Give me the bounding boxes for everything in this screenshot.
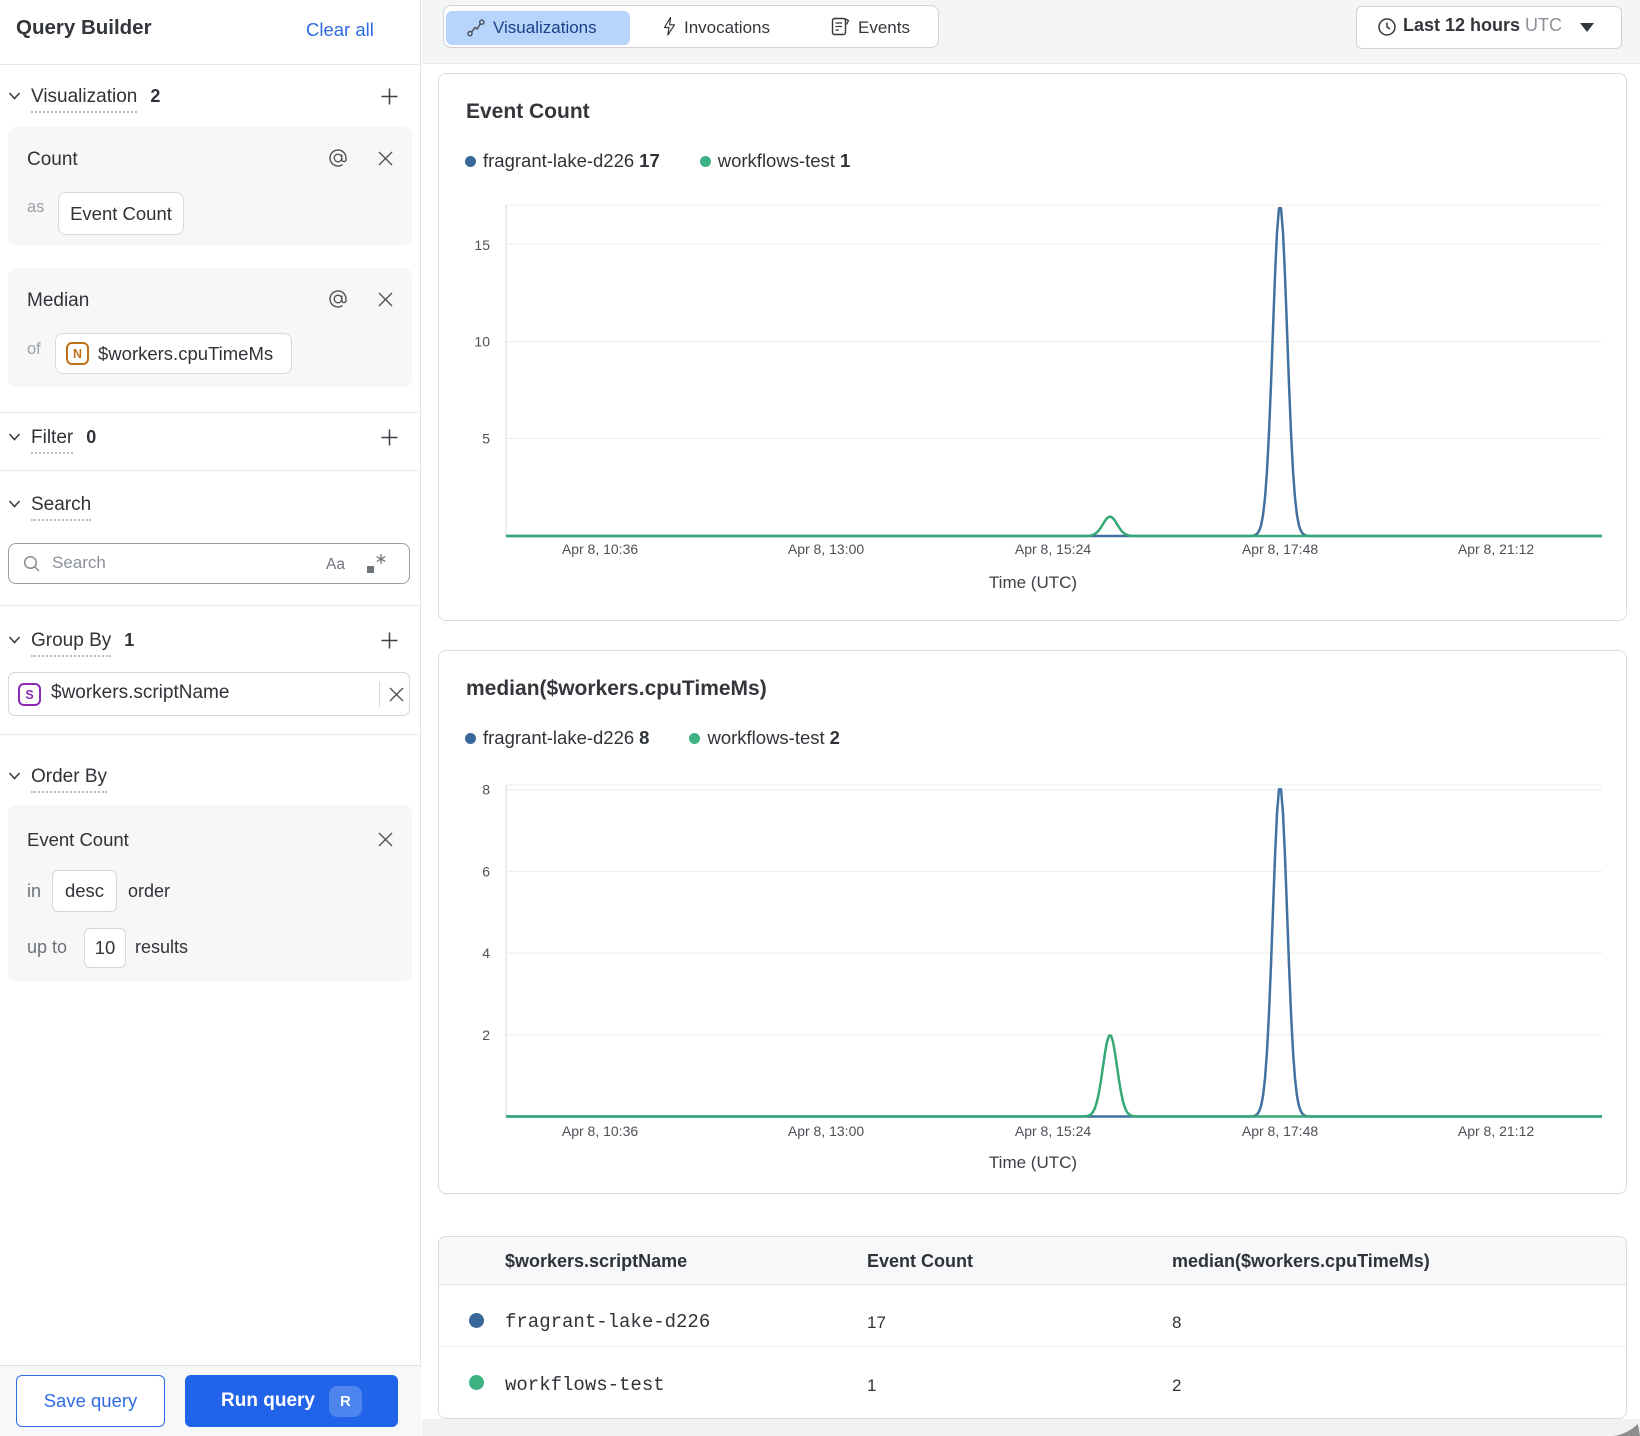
svg-text:Apr 8, 15:24: Apr 8, 15:24	[1015, 541, 1091, 557]
svg-text:Apr 8, 21:12: Apr 8, 21:12	[1458, 541, 1534, 557]
svg-text:Apr 8, 15:24: Apr 8, 15:24	[1015, 1123, 1091, 1139]
svg-text:4: 4	[482, 945, 490, 961]
svg-text:Time (UTC): Time (UTC)	[989, 1153, 1077, 1172]
svg-text:Apr 8, 13:00: Apr 8, 13:00	[788, 541, 864, 557]
svg-text:6: 6	[482, 863, 490, 879]
svg-text:Apr 8, 13:00: Apr 8, 13:00	[788, 1123, 864, 1139]
svg-text:Apr 8, 21:12: Apr 8, 21:12	[1458, 1123, 1534, 1139]
svg-text:Apr 8, 10:36: Apr 8, 10:36	[562, 541, 638, 557]
svg-text:Time (UTC): Time (UTC)	[989, 573, 1077, 592]
svg-text:Apr 8, 10:36: Apr 8, 10:36	[562, 1123, 638, 1139]
svg-text:Apr 8, 17:48: Apr 8, 17:48	[1242, 541, 1318, 557]
svg-text:2: 2	[482, 1027, 490, 1043]
svg-text:10: 10	[474, 334, 490, 350]
svg-text:15: 15	[474, 237, 490, 253]
svg-text:Apr 8, 17:48: Apr 8, 17:48	[1242, 1123, 1318, 1139]
svg-text:8: 8	[482, 782, 490, 798]
svg-text:5: 5	[482, 431, 490, 447]
